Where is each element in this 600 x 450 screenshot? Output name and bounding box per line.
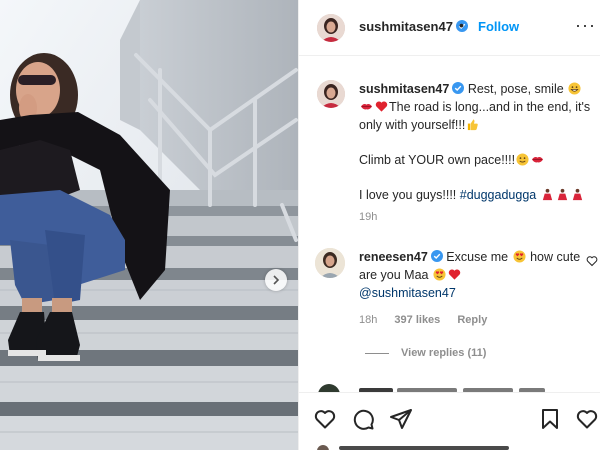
bookmark-icon[interactable] bbox=[538, 407, 562, 431]
paper-plane-icon[interactable] bbox=[389, 407, 413, 431]
caption-line-4: I love you guys!!!! bbox=[359, 188, 460, 202]
heart-outline-icon-secondary[interactable] bbox=[575, 407, 599, 431]
smile-emoji-icon bbox=[516, 153, 529, 166]
comment-meta: 18h 397 likes Reply bbox=[359, 314, 501, 326]
more-options-button[interactable]: ··· bbox=[575, 16, 596, 34]
avatar-image bbox=[317, 80, 345, 108]
post-action-bar bbox=[299, 392, 600, 450]
heart-eyes-emoji-icon bbox=[433, 268, 446, 281]
heart-emoji-icon bbox=[375, 101, 388, 112]
post-sidebar: sushmitasen47 • Follow ··· sushmitasen47… bbox=[298, 0, 600, 450]
caption-username[interactable]: sushmitasen47 bbox=[359, 82, 449, 96]
follow-button[interactable]: Follow bbox=[478, 19, 519, 34]
caption-line-3: Climb at YOUR own pace!!!! bbox=[359, 153, 516, 167]
post-photo[interactable] bbox=[0, 0, 298, 450]
view-replies-label[interactable]: View replies (11) bbox=[401, 347, 486, 359]
view-replies-button[interactable]: View replies (11) bbox=[365, 347, 486, 359]
header-separator: • bbox=[459, 17, 464, 33]
heart-emoji-icon bbox=[448, 269, 461, 280]
thumbs-up-emoji-icon bbox=[468, 119, 479, 131]
caption-author-avatar[interactable] bbox=[317, 80, 345, 108]
carousel-next-button[interactable] bbox=[265, 269, 287, 291]
comment-likes[interactable]: 397 likes bbox=[394, 314, 440, 326]
caption-line-1: Rest, pose, smile bbox=[467, 82, 564, 96]
photo-illustration bbox=[0, 0, 298, 450]
lips-emoji-icon bbox=[532, 157, 544, 163]
avatar-image bbox=[317, 14, 345, 42]
author-username-text[interactable]: sushmitasen47 bbox=[359, 19, 453, 34]
comment-text: reneesen47 Excuse me how cute are you Ma… bbox=[359, 248, 581, 302]
verified-badge-icon bbox=[452, 82, 465, 94]
comment-bubble-icon[interactable] bbox=[351, 407, 375, 431]
heart-eyes-emoji-icon bbox=[513, 250, 526, 263]
caption-hashtag[interactable]: #duggadugga bbox=[460, 188, 536, 202]
dancer-emoji-icon bbox=[542, 188, 552, 201]
comment-timestamp: 18h bbox=[359, 314, 378, 326]
verified-badge-icon bbox=[430, 250, 443, 262]
comment-line-1: Excuse me bbox=[446, 250, 509, 264]
commenter-username[interactable]: reneesen47 bbox=[359, 250, 428, 264]
chevron-right-icon bbox=[273, 275, 280, 285]
comment-mention[interactable]: @sushmitasen47 bbox=[359, 286, 456, 300]
post-caption: sushmitasen47 Rest, pose, smile The road… bbox=[359, 80, 595, 221]
caption-timestamp: 19h bbox=[359, 211, 378, 223]
avatar-image bbox=[315, 248, 345, 278]
author-avatar[interactable] bbox=[317, 14, 345, 42]
grin-emoji-icon bbox=[568, 82, 581, 95]
dancer-emoji-icon bbox=[557, 188, 567, 201]
replies-divider-line bbox=[365, 352, 389, 354]
commenter-avatar[interactable] bbox=[315, 248, 345, 278]
comment-reply-button[interactable]: Reply bbox=[457, 314, 487, 326]
author-username[interactable]: sushmitasen47 bbox=[359, 19, 468, 34]
comment-like-heart-icon[interactable] bbox=[586, 255, 598, 267]
heart-outline-icon[interactable] bbox=[313, 407, 337, 431]
post-header: sushmitasen47 • Follow ··· bbox=[299, 0, 600, 56]
liked-by-partial bbox=[317, 445, 509, 450]
lips-emoji-icon bbox=[360, 104, 373, 110]
dancer-emoji-icon bbox=[572, 188, 582, 201]
